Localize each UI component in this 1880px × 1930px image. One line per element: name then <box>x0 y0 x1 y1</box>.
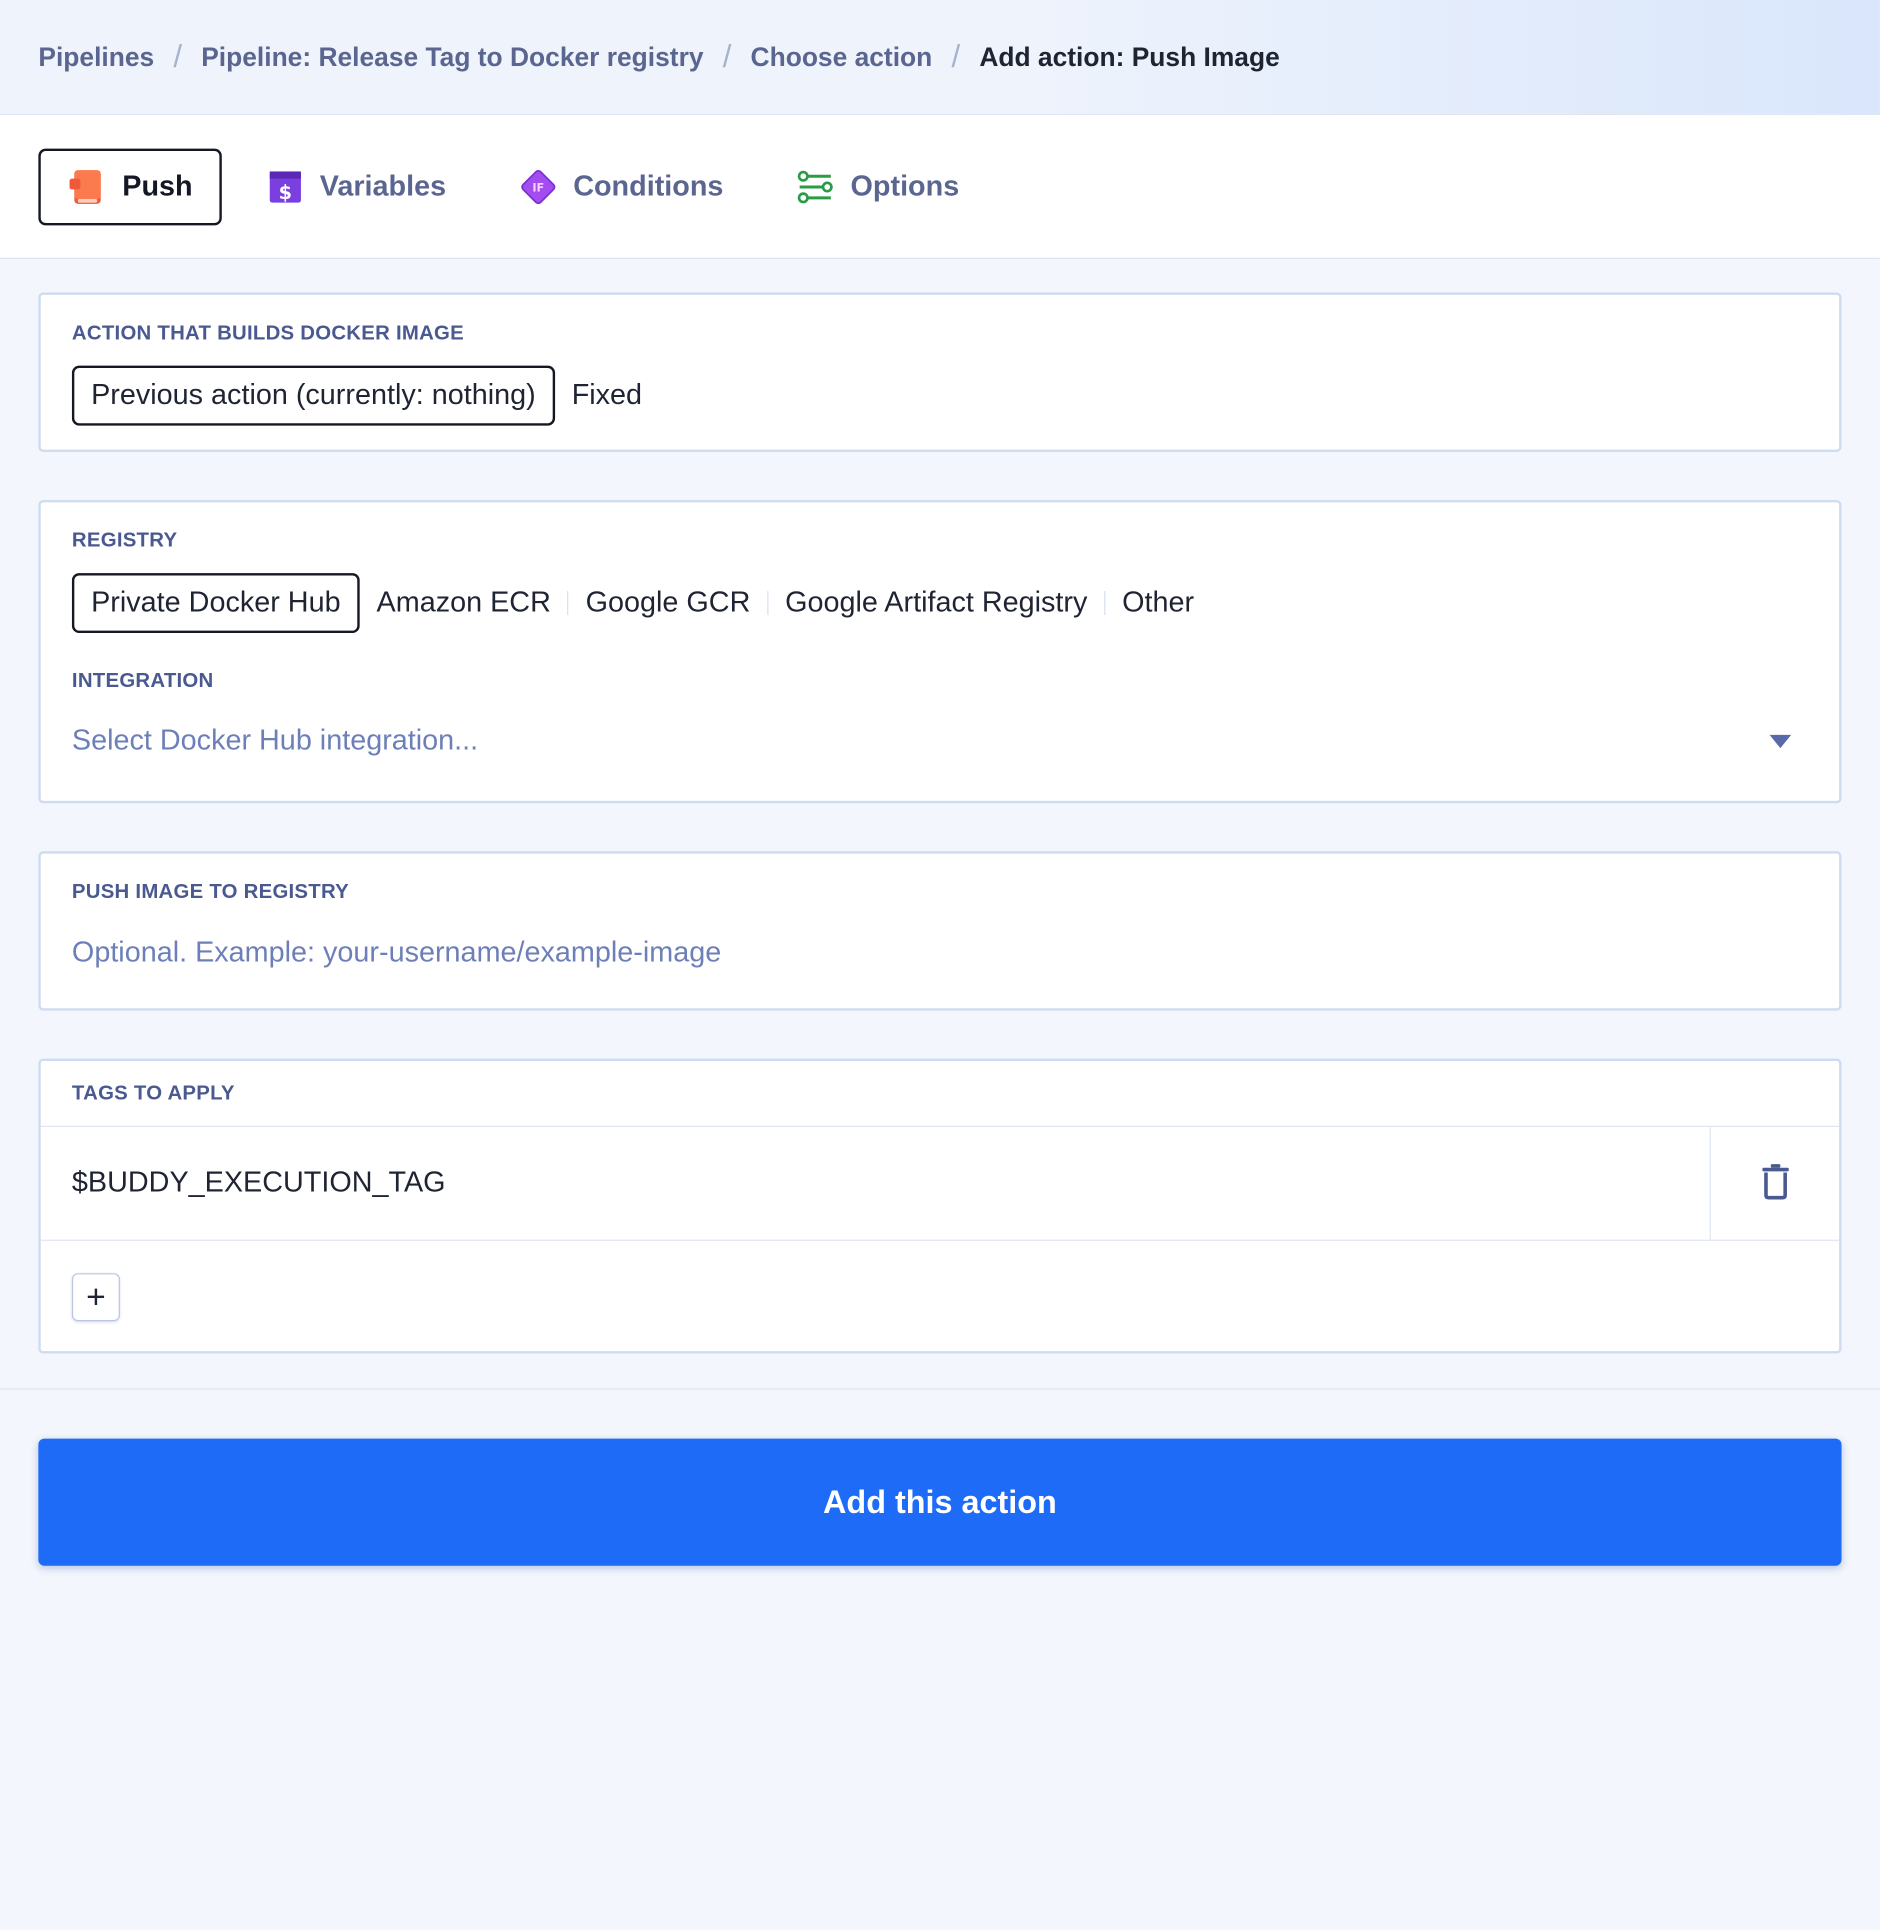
push-icon <box>67 166 108 207</box>
registry-option-google-artifact-registry[interactable]: Google Artifact Registry <box>768 573 1104 633</box>
add-tag-button[interactable]: + <box>71 1273 120 1322</box>
footer: Add this action <box>0 1388 1880 1566</box>
tab-options-label: Options <box>850 169 960 203</box>
chevron-down-icon <box>1769 734 1792 748</box>
push-image-card: PUSH IMAGE TO REGISTRY Optional. Example… <box>38 851 1842 1011</box>
tab-options[interactable]: Options <box>767 148 988 225</box>
breadcrumb-separator: / <box>722 38 732 75</box>
sliders-icon <box>795 166 836 207</box>
tab-conditions[interactable]: IF Conditions <box>489 148 752 225</box>
tag-row: $BUDDY_EXECUTION_TAG <box>40 1126 1840 1241</box>
tab-push-label: Push <box>122 169 193 203</box>
breadcrumb-pipelines[interactable]: Pipelines <box>38 41 154 72</box>
registry-option-amazon-ecr[interactable]: Amazon ECR <box>360 573 568 633</box>
builder-option-fixed[interactable]: Fixed <box>555 366 659 426</box>
registry-card: REGISTRY Private Docker Hub Amazon ECR G… <box>38 499 1842 804</box>
builder-option-previous[interactable]: Previous action (currently: nothing) <box>71 365 555 426</box>
integration-select[interactable]: Select Docker Hub integration... <box>72 724 1808 758</box>
tab-push[interactable]: Push <box>38 148 222 225</box>
delete-tag-button[interactable] <box>1711 1127 1839 1240</box>
tags-label: TAGS TO APPLY <box>71 1081 235 1105</box>
tab-variables[interactable]: $ Variables <box>236 148 475 225</box>
registry-label: REGISTRY <box>71 528 178 552</box>
tab-conditions-label: Conditions <box>573 169 724 203</box>
trash-icon <box>1759 1161 1790 1205</box>
dollar-icon: $ <box>265 166 306 207</box>
push-image-label: PUSH IMAGE TO REGISTRY <box>71 879 350 903</box>
tab-bar: Push $ Variables IF Conditions Options <box>0 115 1880 259</box>
builder-label: ACTION THAT BUILDS DOCKER IMAGE <box>71 321 464 345</box>
breadcrumb: Pipelines / Pipeline: Release Tag to Doc… <box>0 0 1880 116</box>
registry-option-google-gcr[interactable]: Google GCR <box>569 573 767 633</box>
breadcrumb-choose-action[interactable]: Choose action <box>751 41 933 72</box>
tab-variables-label: Variables <box>319 169 447 203</box>
breadcrumb-current: Add action: Push Image <box>979 41 1280 72</box>
registry-segmented-control: Private Docker Hub Amazon ECR Google GCR… <box>71 573 1808 634</box>
add-action-button[interactable]: Add this action <box>38 1438 1842 1566</box>
integration-placeholder: Select Docker Hub integration... <box>71 724 479 757</box>
builder-card: ACTION THAT BUILDS DOCKER IMAGE Previous… <box>38 292 1842 452</box>
breadcrumb-separator: / <box>951 38 961 75</box>
svg-text:IF: IF <box>532 180 544 194</box>
svg-text:$: $ <box>278 180 291 203</box>
push-image-input[interactable]: Optional. Example: your-username/example… <box>72 936 1808 970</box>
registry-option-private-docker-hub[interactable]: Private Docker Hub <box>71 573 360 634</box>
tags-card: TAGS TO APPLY $BUDDY_EXECUTION_TAG + <box>38 1058 1842 1354</box>
breadcrumb-separator: / <box>173 38 183 75</box>
tag-input[interactable]: $BUDDY_EXECUTION_TAG <box>41 1126 1711 1240</box>
integration-label: INTEGRATION <box>71 668 214 692</box>
breadcrumb-pipeline[interactable]: Pipeline: Release Tag to Docker registry <box>201 41 703 72</box>
if-diamond-icon: IF <box>518 166 559 207</box>
form-content: ACTION THAT BUILDS DOCKER IMAGE Previous… <box>0 259 1880 1354</box>
registry-option-other[interactable]: Other <box>1105 573 1211 633</box>
builder-segmented-control: Previous action (currently: nothing) Fix… <box>71 365 1808 426</box>
